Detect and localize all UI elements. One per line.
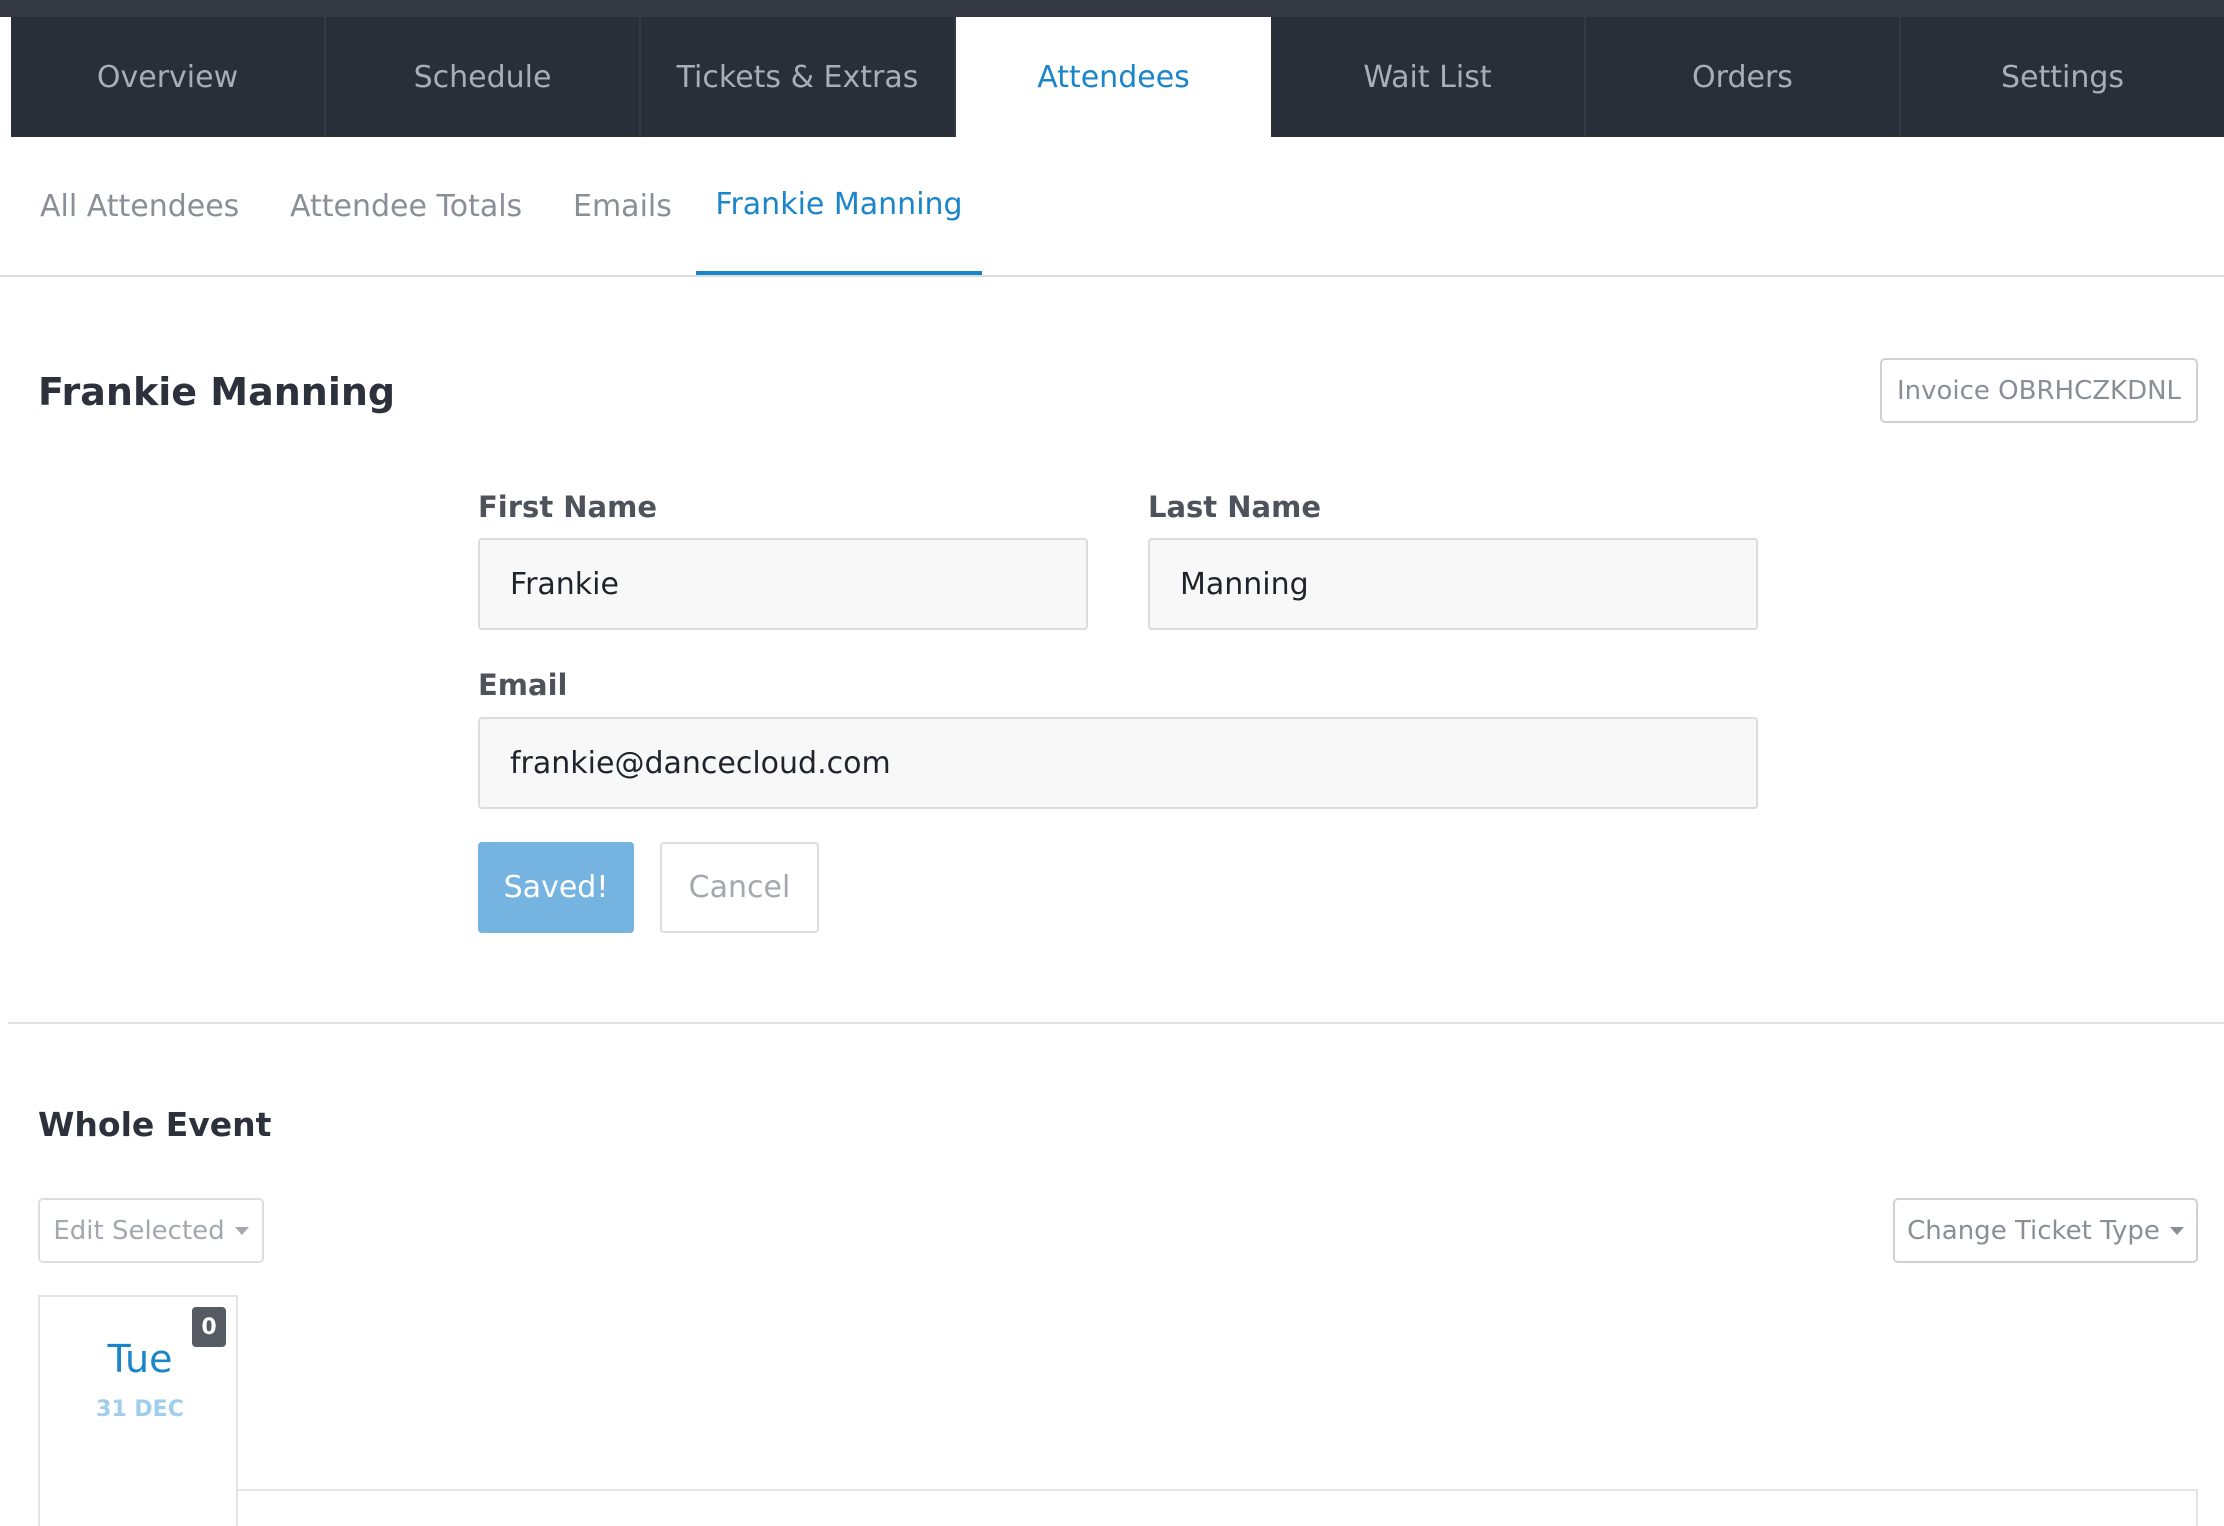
tab-overview[interactable]: Overview	[11, 17, 326, 137]
subtab-emails[interactable]: Emails	[573, 137, 672, 275]
email-field[interactable]: frankie@dancecloud.com	[478, 717, 1758, 809]
day-card[interactable]: 0 Tue 31 DEC	[38, 1295, 238, 1526]
tab-attendees[interactable]: Attendees	[956, 17, 1271, 137]
tab-schedule[interactable]: Schedule	[326, 17, 641, 137]
section-divider	[8, 1022, 2224, 1024]
tab-orders[interactable]: Orders	[1586, 17, 1901, 137]
day-weekday: Tue	[107, 1337, 173, 1381]
page: Overview Schedule Tickets & Extras Atten…	[0, 0, 2224, 1526]
subtab-attendee-totals[interactable]: Attendee Totals	[290, 137, 522, 275]
edit-selected-label: Edit Selected	[53, 1215, 225, 1246]
timeline-border-right	[2196, 1489, 2198, 1526]
chevron-down-icon	[234, 1226, 249, 1235]
subtab-all-attendees[interactable]: All Attendees	[40, 137, 239, 275]
edit-selected-button[interactable]: Edit Selected	[38, 1198, 264, 1263]
change-ticket-type-button[interactable]: Change Ticket Type	[1893, 1198, 2198, 1263]
sub-nav: All Attendees Attendee Totals Emails Fra…	[0, 137, 2224, 277]
chevron-down-icon	[2169, 1226, 2184, 1235]
saved-button[interactable]: Saved!	[478, 842, 634, 933]
tab-settings[interactable]: Settings	[1901, 17, 2224, 137]
first-name-field[interactable]: Frankie	[478, 538, 1088, 630]
whole-event-title: Whole Event	[38, 1105, 272, 1144]
cancel-button[interactable]: Cancel	[660, 842, 819, 933]
page-title: Frankie Manning	[38, 370, 396, 414]
day-date: 31 DEC	[96, 1397, 184, 1422]
main-nav: Overview Schedule Tickets & Extras Atten…	[11, 17, 2224, 137]
email-label: Email	[478, 668, 568, 702]
change-ticket-type-label: Change Ticket Type	[1907, 1215, 2160, 1246]
last-name-field[interactable]: Manning	[1148, 538, 1758, 630]
subtab-frankie-manning[interactable]: Frankie Manning	[696, 137, 982, 275]
top-strip	[0, 0, 2224, 17]
tab-wait-list[interactable]: Wait List	[1271, 17, 1586, 137]
last-name-label: Last Name	[1148, 490, 1321, 524]
tab-tickets-extras[interactable]: Tickets & Extras	[641, 17, 956, 137]
first-name-label: First Name	[478, 490, 657, 524]
invoice-button[interactable]: Invoice OBRHCZKDNL	[1880, 358, 2198, 423]
timeline-border	[236, 1489, 2198, 1491]
